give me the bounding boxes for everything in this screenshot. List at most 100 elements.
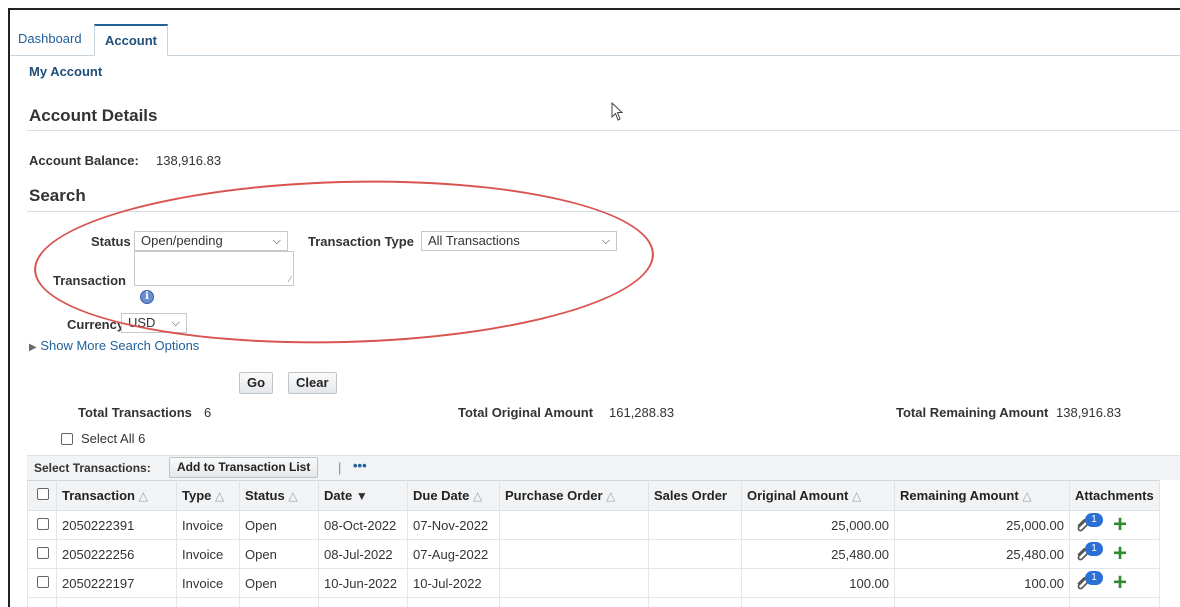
currency-label: Currency (67, 317, 125, 332)
cell-attachments: 1 + (1069, 510, 1160, 540)
cell-attachments: 1 + (1069, 539, 1160, 569)
column-header-sales-order: Sales Order (648, 480, 742, 511)
transaction-type-select[interactable]: All Transactions ⌵ (421, 231, 617, 251)
transactions-table: Transaction △ Type △ Status △ Date ▼ Due… (27, 480, 1160, 607)
app-frame: Dashboard Account My Account Account Det… (8, 8, 1180, 607)
add-attachment-icon[interactable]: + (1113, 571, 1127, 595)
chevron-down-icon: ⌵ (171, 317, 180, 329)
add-attachment-icon[interactable]: + (1113, 513, 1127, 537)
transaction-label: Transaction (53, 273, 126, 288)
cell-sales-order (648, 539, 742, 569)
clear-button[interactable]: Clear (288, 372, 337, 394)
show-more-search-options[interactable]: ▶ Show More Search Options (29, 338, 199, 353)
column-label: Remaining Amount (900, 488, 1019, 503)
remaining-amount-value: 25,480.00 (1006, 546, 1064, 562)
info-icon[interactable]: i (140, 290, 154, 304)
row-checkbox[interactable] (37, 575, 49, 588)
column-label: Original Amount (747, 488, 849, 503)
column-header-remaining-amount[interactable]: Remaining Amount △ (894, 480, 1070, 511)
cell-due-date: 07-Nov-2022 (407, 510, 500, 540)
column-header-transaction[interactable]: Transaction △ (56, 480, 177, 511)
select-transactions-label: Select Transactions: (34, 461, 151, 475)
select-all-checkbox[interactable] (61, 433, 73, 445)
currency-select[interactable]: USD ⌵ (121, 313, 187, 333)
cell-purchase-order (499, 597, 649, 607)
row-select-cell (27, 568, 57, 598)
cell-due-date: 07-Aug-2022 (407, 539, 500, 569)
cell-type: Invoice (176, 510, 240, 540)
cell-status: Open (239, 510, 319, 540)
cell-attachments (1069, 597, 1160, 607)
balance-value: 138,916.83 (156, 153, 222, 168)
cell-status: Open (239, 539, 319, 569)
expand-triangle-icon: ▶ (29, 342, 37, 353)
cell-sales-order (648, 568, 742, 598)
column-header-purchase-order[interactable]: Purchase Order △ (499, 480, 649, 511)
add-attachment-icon[interactable]: + (1113, 542, 1127, 566)
table-toolbar: Select Transactions: Add to Transaction … (27, 455, 1180, 480)
cell-transaction: 2050222391 (56, 510, 177, 540)
balance-label: Account Balance: (29, 153, 139, 168)
cell-transaction: 2050222197 (56, 568, 177, 598)
cell-status: Open (239, 568, 319, 598)
column-header-date[interactable]: Date ▼ (318, 480, 408, 511)
row-checkbox[interactable] (37, 546, 49, 559)
row-checkbox[interactable] (37, 517, 49, 530)
total-original-amount-value: 161,288.83 (609, 405, 675, 420)
cell-type (176, 597, 240, 607)
total-remaining-amount-label: Total Remaining Amount (896, 405, 1049, 420)
column-header-status[interactable]: Status △ (239, 480, 319, 511)
column-header-type[interactable]: Type △ (176, 480, 240, 511)
total-remaining-amount-value: 138,916.83 (1056, 405, 1122, 420)
sort-asc-icon: △ (1022, 489, 1032, 503)
add-to-transaction-list-button[interactable]: Add to Transaction List (169, 457, 319, 478)
column-header-due-date[interactable]: Due Date △ (407, 480, 500, 511)
column-label: Transaction (62, 488, 135, 503)
cell-remaining-amount: 25,000.00 (894, 510, 1070, 540)
remaining-amount-value: 25,000.00 (1006, 517, 1064, 533)
sort-asc-icon: △ (288, 489, 298, 503)
divider (27, 130, 1180, 131)
search-heading: Search (29, 186, 86, 205)
cell-attachments: 1 + (1069, 568, 1160, 598)
attachment-count-badge[interactable]: 1 (1085, 571, 1103, 586)
more-actions-icon[interactable]: ••• (353, 458, 367, 473)
cell-sales-order (648, 510, 742, 540)
cell-remaining-amount: 100.00 (894, 568, 1070, 598)
mouse-cursor-icon (611, 102, 624, 121)
row-select-cell (27, 510, 57, 540)
transaction-input[interactable]: ∕ (134, 251, 294, 286)
cell-original-amount: 25,480.00 (741, 539, 895, 569)
row-select-cell (27, 539, 57, 569)
remaining-amount-value: 100.00 (1024, 575, 1064, 591)
cell-purchase-order (499, 539, 649, 569)
column-header-original-amount[interactable]: Original Amount △ (741, 480, 895, 511)
cell-type: Invoice (176, 539, 240, 569)
header-select-checkbox[interactable] (37, 488, 49, 500)
transaction-type-value: All Transactions (428, 233, 520, 248)
cell-original-amount: 100.00 (741, 568, 895, 598)
total-transactions-value: 6 (204, 405, 212, 420)
resize-grip-icon[interactable]: ∕ (289, 274, 291, 284)
cell-transaction: 2050222256 (56, 539, 177, 569)
table-row (27, 597, 1160, 607)
column-label: Type (182, 488, 212, 503)
currency-select-value: USD (128, 315, 156, 330)
attachment-count-badge[interactable]: 1 (1085, 542, 1103, 557)
breadcrumb[interactable]: My Account (29, 64, 102, 79)
show-more-search-options-link[interactable]: Show More Search Options (40, 338, 199, 353)
column-label: Purchase Order (505, 488, 603, 503)
column-label: Attachments (1075, 488, 1154, 503)
cell-date: 10-Jun-2022 (318, 568, 408, 598)
go-button[interactable]: Go (239, 372, 274, 394)
row-select-cell (27, 597, 57, 607)
cell-type: Invoice (176, 568, 240, 598)
sort-asc-icon: △ (851, 489, 862, 503)
select-all-label: Select All 6 (81, 431, 146, 446)
tab-dashboard[interactable]: Dashboard (10, 24, 90, 56)
status-select[interactable]: Open/pending ⌵ (134, 231, 288, 251)
tab-account[interactable]: Account (94, 24, 168, 56)
cell-due-date (407, 597, 500, 607)
cell-transaction (56, 597, 177, 607)
attachment-count-badge[interactable]: 1 (1085, 513, 1103, 528)
